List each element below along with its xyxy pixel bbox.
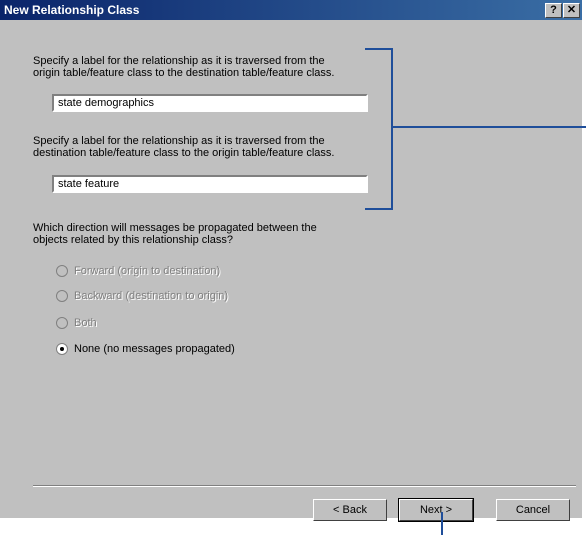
- callout-leader-next: [441, 512, 443, 535]
- radio-none-label: None (no messages propagated): [74, 343, 235, 355]
- radio-both-label: Both: [74, 317, 97, 329]
- radio-backward[interactable]: Backward (destination to origin): [56, 289, 228, 303]
- radio-none-circle[interactable]: [56, 343, 68, 355]
- callout-leader-right: [391, 126, 586, 128]
- title-bar[interactable]: New Relationship Class ? ✕: [0, 0, 582, 20]
- forward-label-prompt: Specify a label for the relationship as …: [33, 55, 335, 79]
- forward-label-input[interactable]: [54, 96, 370, 110]
- next-button[interactable]: Next >: [398, 498, 474, 522]
- callout-bracket-top: [365, 48, 392, 50]
- window-title: New Relationship Class: [4, 3, 140, 17]
- help-button[interactable]: ?: [545, 3, 562, 18]
- forward-label-field[interactable]: [52, 94, 370, 112]
- radio-forward-label: Forward (origin to destination): [74, 265, 221, 277]
- radio-both[interactable]: Both: [56, 316, 97, 330]
- close-button[interactable]: ✕: [563, 3, 580, 18]
- callout-bracket-vertical: [391, 48, 393, 210]
- backward-label-input[interactable]: [54, 177, 370, 191]
- cancel-button[interactable]: Cancel: [496, 499, 570, 521]
- button-separator: [33, 485, 576, 487]
- backward-label-prompt: Specify a label for the relationship as …: [33, 135, 335, 159]
- backward-label-field[interactable]: [52, 175, 370, 193]
- radio-forward-circle[interactable]: [56, 265, 68, 277]
- radio-backward-label: Backward (destination to origin): [74, 290, 229, 302]
- propagation-prompt: Which direction will messages be propaga…: [33, 222, 317, 246]
- radio-both-circle[interactable]: [56, 317, 68, 329]
- radio-forward[interactable]: Forward (origin to destination): [56, 264, 220, 278]
- radio-none[interactable]: None (no messages propagated): [56, 342, 235, 356]
- radio-backward-circle[interactable]: [56, 290, 68, 302]
- callout-bracket-bottom: [365, 208, 392, 210]
- new-relationship-class-dialog: New Relationship Class ? ✕ Specify a lab…: [0, 0, 582, 522]
- back-button[interactable]: < Back: [313, 499, 387, 521]
